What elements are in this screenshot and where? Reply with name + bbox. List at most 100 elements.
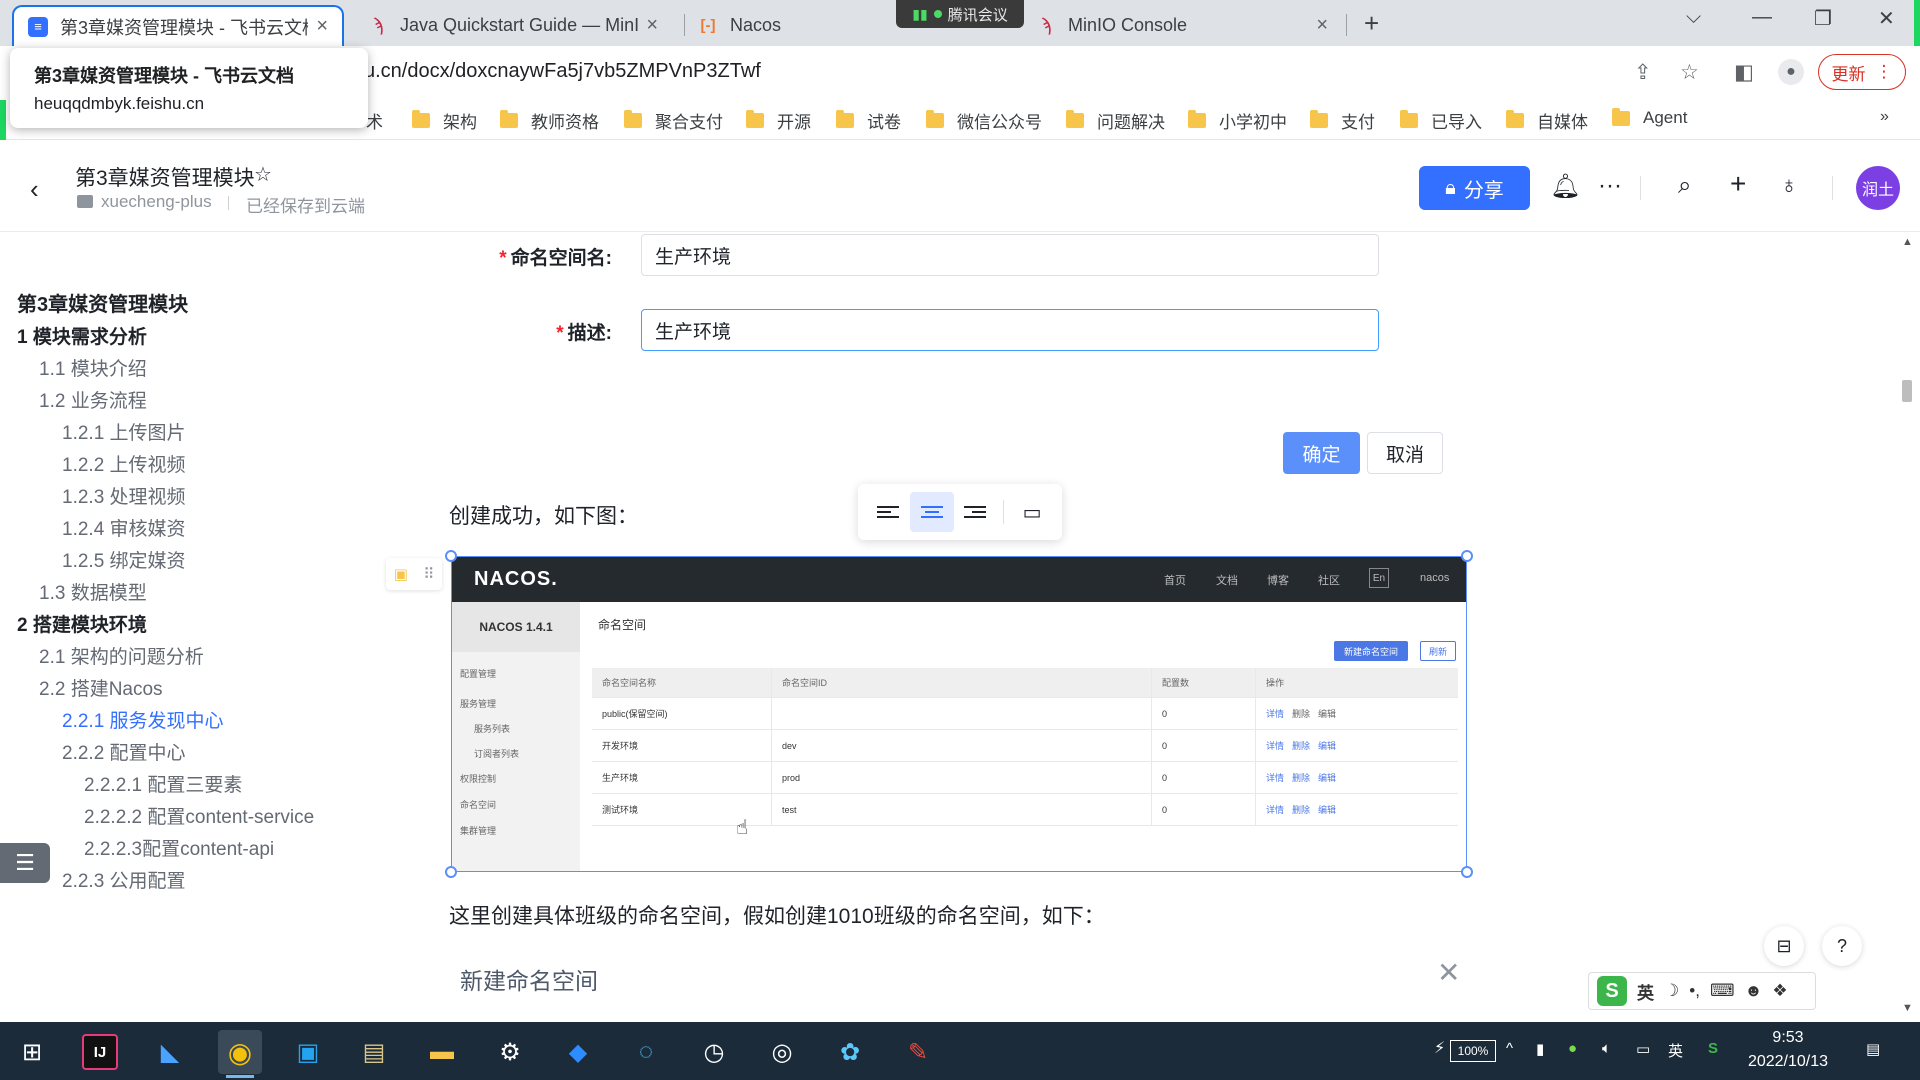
apps-icon[interactable]: ❖	[1772, 981, 1787, 1001]
drag-handle-icon[interactable]: ⠿	[423, 565, 434, 583]
toc-item[interactable]: 1.3 数据模型	[39, 578, 147, 605]
ime-toolbar[interactable]: S 英 ☽ •, ⌨ ☻ ❖	[1588, 972, 1816, 1010]
toc-item[interactable]: 1.2.5 绑定媒资	[62, 546, 186, 573]
tab-search-icon[interactable]: ⌵	[1686, 6, 1701, 29]
description-input[interactable]: 生产环境	[641, 309, 1379, 351]
resize-handle[interactable]	[445, 550, 457, 562]
url-input[interactable]: u.cn/docx/doxcnaywFa5j7vb5ZMPVnP3ZTwf	[364, 60, 761, 83]
bookmark-folder[interactable]: 试卷	[836, 108, 901, 133]
toc-item[interactable]: 1.2.2 上传视频	[62, 450, 186, 477]
bookmark-partial[interactable]: 术	[366, 108, 383, 133]
close-icon[interactable]: ×	[1316, 14, 1328, 37]
ime-mode[interactable]: 英	[1637, 979, 1654, 1004]
comment-icon[interactable]: ▭	[1010, 492, 1054, 532]
toc-item[interactable]: 1.2.1 上传图片	[62, 418, 186, 445]
notebook-app-icon[interactable]: ▤	[352, 1030, 396, 1074]
keyboard-icon[interactable]: ⌨	[1710, 981, 1735, 1001]
add-icon[interactable]: +	[1730, 168, 1746, 200]
tray-app-icon[interactable]: ●	[1568, 1040, 1577, 1057]
windows-start-icon[interactable]: ⊞	[10, 1030, 54, 1074]
resize-handle[interactable]	[1461, 550, 1473, 562]
toc-toggle-button[interactable]: ☰	[0, 843, 50, 883]
bookmark-folder[interactable]: 微信公众号	[926, 108, 1042, 133]
close-icon[interactable]: ×	[646, 14, 658, 37]
obs-icon[interactable]: ◎	[760, 1030, 804, 1074]
minimize-button[interactable]: —	[1752, 6, 1772, 29]
profile-icon[interactable]: ●	[1778, 59, 1804, 85]
toc-item[interactable]: 2.2.3 公用配置	[62, 866, 186, 893]
avatar[interactable]: 润土	[1856, 166, 1900, 210]
remote-desktop-icon[interactable]: ▣	[286, 1030, 330, 1074]
toc-item[interactable]: 第3章媒资管理模块	[17, 288, 188, 317]
doc-folder-link[interactable]: xuecheng-plus	[101, 192, 212, 212]
resize-handle[interactable]	[1461, 866, 1473, 878]
file-explorer-icon[interactable]: ▬	[420, 1030, 464, 1074]
bookmark-folder[interactable]: 架构	[412, 108, 477, 133]
settings-gear-icon[interactable]: ⚙	[488, 1030, 532, 1074]
sogou-tray-icon[interactable]: S	[1708, 1040, 1718, 1057]
nacos-screenshot-image[interactable]: NACOS. 首页 文档 博客 社区 En nacos NACOS 1.4.1 …	[451, 556, 1467, 872]
toc-item[interactable]: 2.2.2.3配置content-api	[84, 834, 274, 861]
volume-icon[interactable]: 🔈︎	[1602, 1040, 1611, 1057]
toc-item[interactable]: 1.2.3 处理视频	[62, 482, 186, 509]
moon-icon[interactable]: ☽	[1664, 981, 1679, 1001]
bookmark-folder[interactable]: 开源	[746, 108, 811, 133]
bookmark-star-icon[interactable]: ☆	[1680, 60, 1699, 85]
toc-item[interactable]: 1 模块需求分析	[17, 322, 147, 349]
paragraph-created[interactable]: 创建成功，如下图：	[449, 500, 638, 530]
scroll-down-icon[interactable]: ▼	[1902, 1002, 1913, 1014]
punctuation-icon[interactable]: •,	[1689, 981, 1700, 1001]
scroll-thumb[interactable]	[1902, 380, 1912, 402]
clock-app-icon[interactable]: ◷	[692, 1030, 736, 1074]
bell-icon[interactable]: 🔔︎	[1550, 172, 1580, 201]
bookmark-folder[interactable]: Agent	[1612, 107, 1687, 128]
search-app-icon[interactable]: ◌	[624, 1030, 668, 1074]
favorite-star-icon[interactable]: ☆	[254, 162, 272, 187]
pencil-app-icon[interactable]: ✎	[896, 1030, 940, 1074]
toc-item[interactable]: 2.2.2 配置中心	[62, 738, 186, 765]
bookmark-folder[interactable]: 已导入	[1400, 108, 1482, 133]
tab-minio-guide[interactable]: ϡ Java Quickstart Guide — MinIO ×	[354, 5, 672, 46]
restore-button[interactable]: ❐	[1814, 6, 1832, 31]
scroll-up-icon[interactable]: ▲	[1902, 236, 1913, 248]
meeting-indicator[interactable]: ▮▮ 腾讯会议	[896, 0, 1024, 28]
bookmark-folder[interactable]: 聚合支付	[624, 108, 723, 133]
new-tab-button[interactable]: +	[1364, 8, 1379, 39]
cancel-button[interactable]: 取消	[1367, 432, 1443, 474]
toc-item-active[interactable]: 2.2.1 服务发现中心	[62, 706, 224, 733]
share-button[interactable]: 🔒︎ 分享	[1419, 166, 1530, 210]
tray-expand-icon[interactable]: ^	[1506, 1040, 1513, 1057]
update-button[interactable]: 更新 ⋮	[1818, 54, 1906, 90]
toc-item[interactable]: 2.2 搭建Nacos	[39, 674, 163, 701]
side-panel-icon[interactable]: ◧	[1734, 60, 1754, 85]
more-icon[interactable]: ···	[1598, 172, 1622, 200]
block-handle[interactable]: ▣ ⠿	[386, 558, 442, 590]
namespace-name-input[interactable]: 生产环境	[641, 234, 1379, 276]
chrome-icon[interactable]: ◉	[218, 1030, 262, 1078]
toc-item[interactable]: 2.2.2.1 配置三要素	[84, 770, 242, 797]
toc-item[interactable]: 1.2 业务流程	[39, 386, 147, 413]
resize-handle[interactable]	[445, 866, 457, 878]
microphone-icon[interactable]: ▮	[1536, 1040, 1544, 1058]
close-icon[interactable]: ×	[316, 15, 328, 38]
back-arrow-icon[interactable]: ‹	[30, 174, 39, 205]
battery-indicator[interactable]: 100%	[1450, 1040, 1496, 1062]
system-clock[interactable]: 9:53 2022/10/13	[1738, 1026, 1838, 1074]
network-icon[interactable]: ▭	[1636, 1040, 1650, 1058]
feishu-app-icon[interactable]: ◣	[148, 1030, 192, 1074]
input-language-indicator[interactable]: 英	[1668, 1040, 1683, 1061]
vscode-icon[interactable]: ◆	[556, 1030, 600, 1074]
outline-icon[interactable]: ⊟	[1764, 926, 1804, 966]
intellij-icon[interactable]: IJ	[82, 1034, 118, 1070]
align-center-icon[interactable]	[909, 492, 954, 532]
align-right-icon[interactable]	[954, 492, 998, 532]
window-close-button[interactable]: ✕	[1878, 6, 1895, 31]
search-icon[interactable]: ⌕	[1678, 172, 1691, 200]
toc-item[interactable]: 1.2.4 审核媒资	[62, 514, 186, 541]
confirm-button[interactable]: 确定	[1283, 432, 1360, 474]
scrollbar[interactable]: ▲ ▼	[1896, 232, 1920, 1022]
align-left-icon[interactable]	[866, 492, 910, 532]
help-icon[interactable]: ?	[1822, 926, 1862, 966]
doc-title[interactable]: 第3章媒资管理模块	[75, 162, 255, 192]
toc-item[interactable]: 1.1 模块介绍	[39, 354, 147, 381]
